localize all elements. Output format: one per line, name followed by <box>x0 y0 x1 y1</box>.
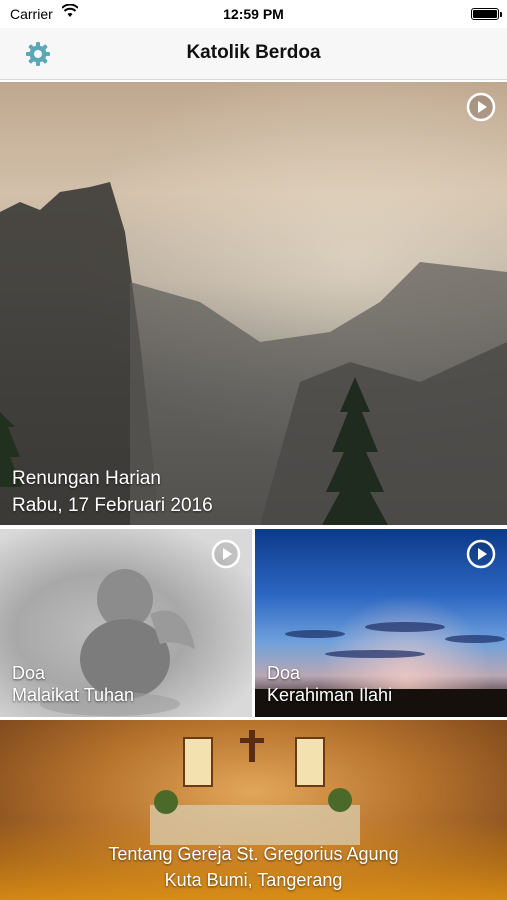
angelus-prayer-tile[interactable]: Doa Malaikat Tuhan <box>0 529 252 717</box>
play-icon[interactable] <box>211 539 241 569</box>
play-icon[interactable] <box>466 539 496 569</box>
battery-icon <box>471 8 502 20</box>
tile-subtitle: Kerahiman Ilahi <box>267 684 393 705</box>
tile-title: Doa <box>267 663 301 683</box>
hero-title: Renungan Harian <box>12 468 161 489</box>
church-caption: Tentang Gereja St. Gregorius Agung Kuta … <box>0 844 507 891</box>
divine-mercy-prayer-tile[interactable]: Doa Kerahiman Ilahi <box>255 529 507 717</box>
tile-caption: Doa Kerahiman Ilahi <box>267 663 392 706</box>
play-icon[interactable] <box>466 92 496 122</box>
clock: 12:59 PM <box>223 6 284 22</box>
status-bar: Carrier 12:59 PM <box>0 0 507 28</box>
page-title: Katolik Berdoa <box>186 42 321 63</box>
navigation-bar: Katolik Berdoa <box>0 28 507 80</box>
hero-caption: Renungan Harian Rabu, 17 Februari 2016 <box>12 468 213 518</box>
church-title: Tentang Gereja St. Gregorius Agung <box>108 844 399 864</box>
church-location: Kuta Bumi, Tangerang <box>164 869 343 890</box>
tile-title: Doa <box>12 663 46 683</box>
daily-reflection-tile[interactable]: Renungan Harian Rabu, 17 Februari 2016 <box>0 82 507 525</box>
tile-caption: Doa Malaikat Tuhan <box>12 663 134 706</box>
tile-subtitle: Malaikat Tuhan <box>12 684 135 705</box>
mountain-landscape-image <box>0 82 507 525</box>
church-info-tile[interactable]: Tentang Gereja St. Gregorius Agung Kuta … <box>0 720 507 900</box>
hero-date: Rabu, 17 Februari 2016 <box>12 494 213 516</box>
